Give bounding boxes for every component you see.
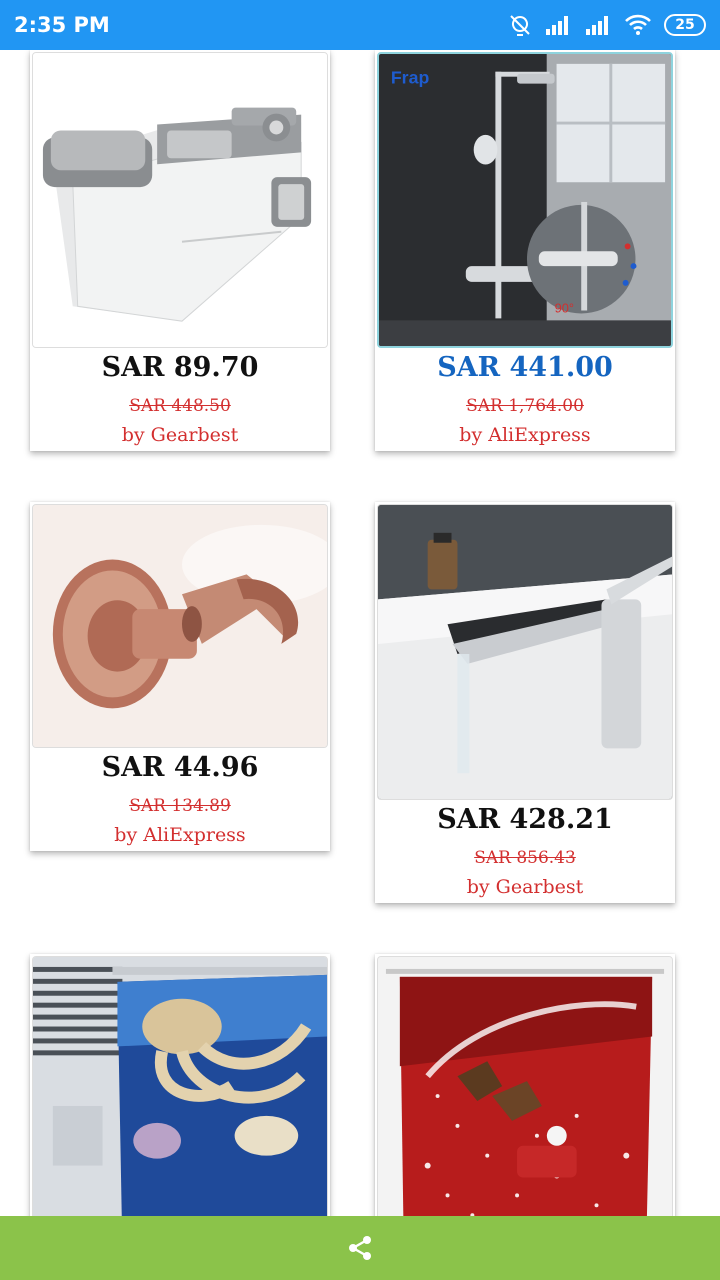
share-icon[interactable] — [345, 1233, 375, 1263]
brand-logo: Frap — [391, 68, 430, 88]
status-time: 2:35 PM — [14, 13, 110, 37]
wifi-icon — [624, 14, 652, 36]
product-old-price: SAR 448.50 — [129, 396, 231, 416]
svg-text:90°: 90° — [555, 300, 574, 315]
product-card-shower-head-holder[interactable]: SAR 44.96 SAR 134.89 by AliExpress — [30, 502, 330, 851]
product-price: SAR 44.96 — [101, 752, 259, 783]
product-image-shower-head-holder[interactable] — [32, 504, 328, 748]
battery-indicator: 25 — [664, 14, 706, 36]
product-image-octopus-shower-curtain[interactable] — [32, 956, 328, 1216]
product-card-basin-faucet[interactable]: SAR 428.21 SAR 856.43 by Gearbest — [375, 502, 675, 903]
product-image-christmas-shower-curtain[interactable] — [377, 956, 673, 1216]
product-card-toothbrush-holder[interactable]: SAR 89.70 SAR 448.50 by Gearbest — [30, 50, 330, 451]
product-seller: by Gearbest — [466, 876, 584, 898]
signal-icon — [544, 14, 572, 36]
product-old-price: SAR 134.89 — [129, 796, 231, 816]
product-seller: by AliExpress — [114, 824, 246, 846]
bottom-bar — [0, 1216, 720, 1280]
product-image-basin-faucet[interactable] — [377, 504, 673, 800]
product-old-price: SAR 856.43 — [474, 848, 576, 868]
status-icons: 25 — [508, 13, 706, 37]
product-price: SAR 89.70 — [101, 352, 259, 383]
product-image-shower-system[interactable]: 90° Frap — [377, 52, 673, 348]
product-price: SAR 441.00 — [437, 352, 613, 383]
product-card-octopus-shower-curtain[interactable] — [30, 954, 330, 1216]
status-bar: 2:35 PM 25 — [0, 0, 720, 50]
product-old-price: SAR 1,764.00 — [466, 396, 584, 416]
product-grid: SAR 89.70 SAR 448.50 by Gearbest 90° Fra… — [0, 50, 720, 1216]
product-card-shower-system[interactable]: 90° Frap SAR 441.00 SAR 1,764.00 by AliE… — [375, 50, 675, 451]
product-card-christmas-shower-curtain[interactable] — [375, 954, 675, 1216]
product-price: SAR 428.21 — [437, 804, 613, 835]
signal-icon-2 — [584, 14, 612, 36]
product-image-toothbrush-holder[interactable] — [32, 52, 328, 348]
product-seller: by Gearbest — [121, 424, 239, 446]
product-seller: by AliExpress — [459, 424, 591, 446]
alarm-off-icon — [508, 13, 532, 37]
